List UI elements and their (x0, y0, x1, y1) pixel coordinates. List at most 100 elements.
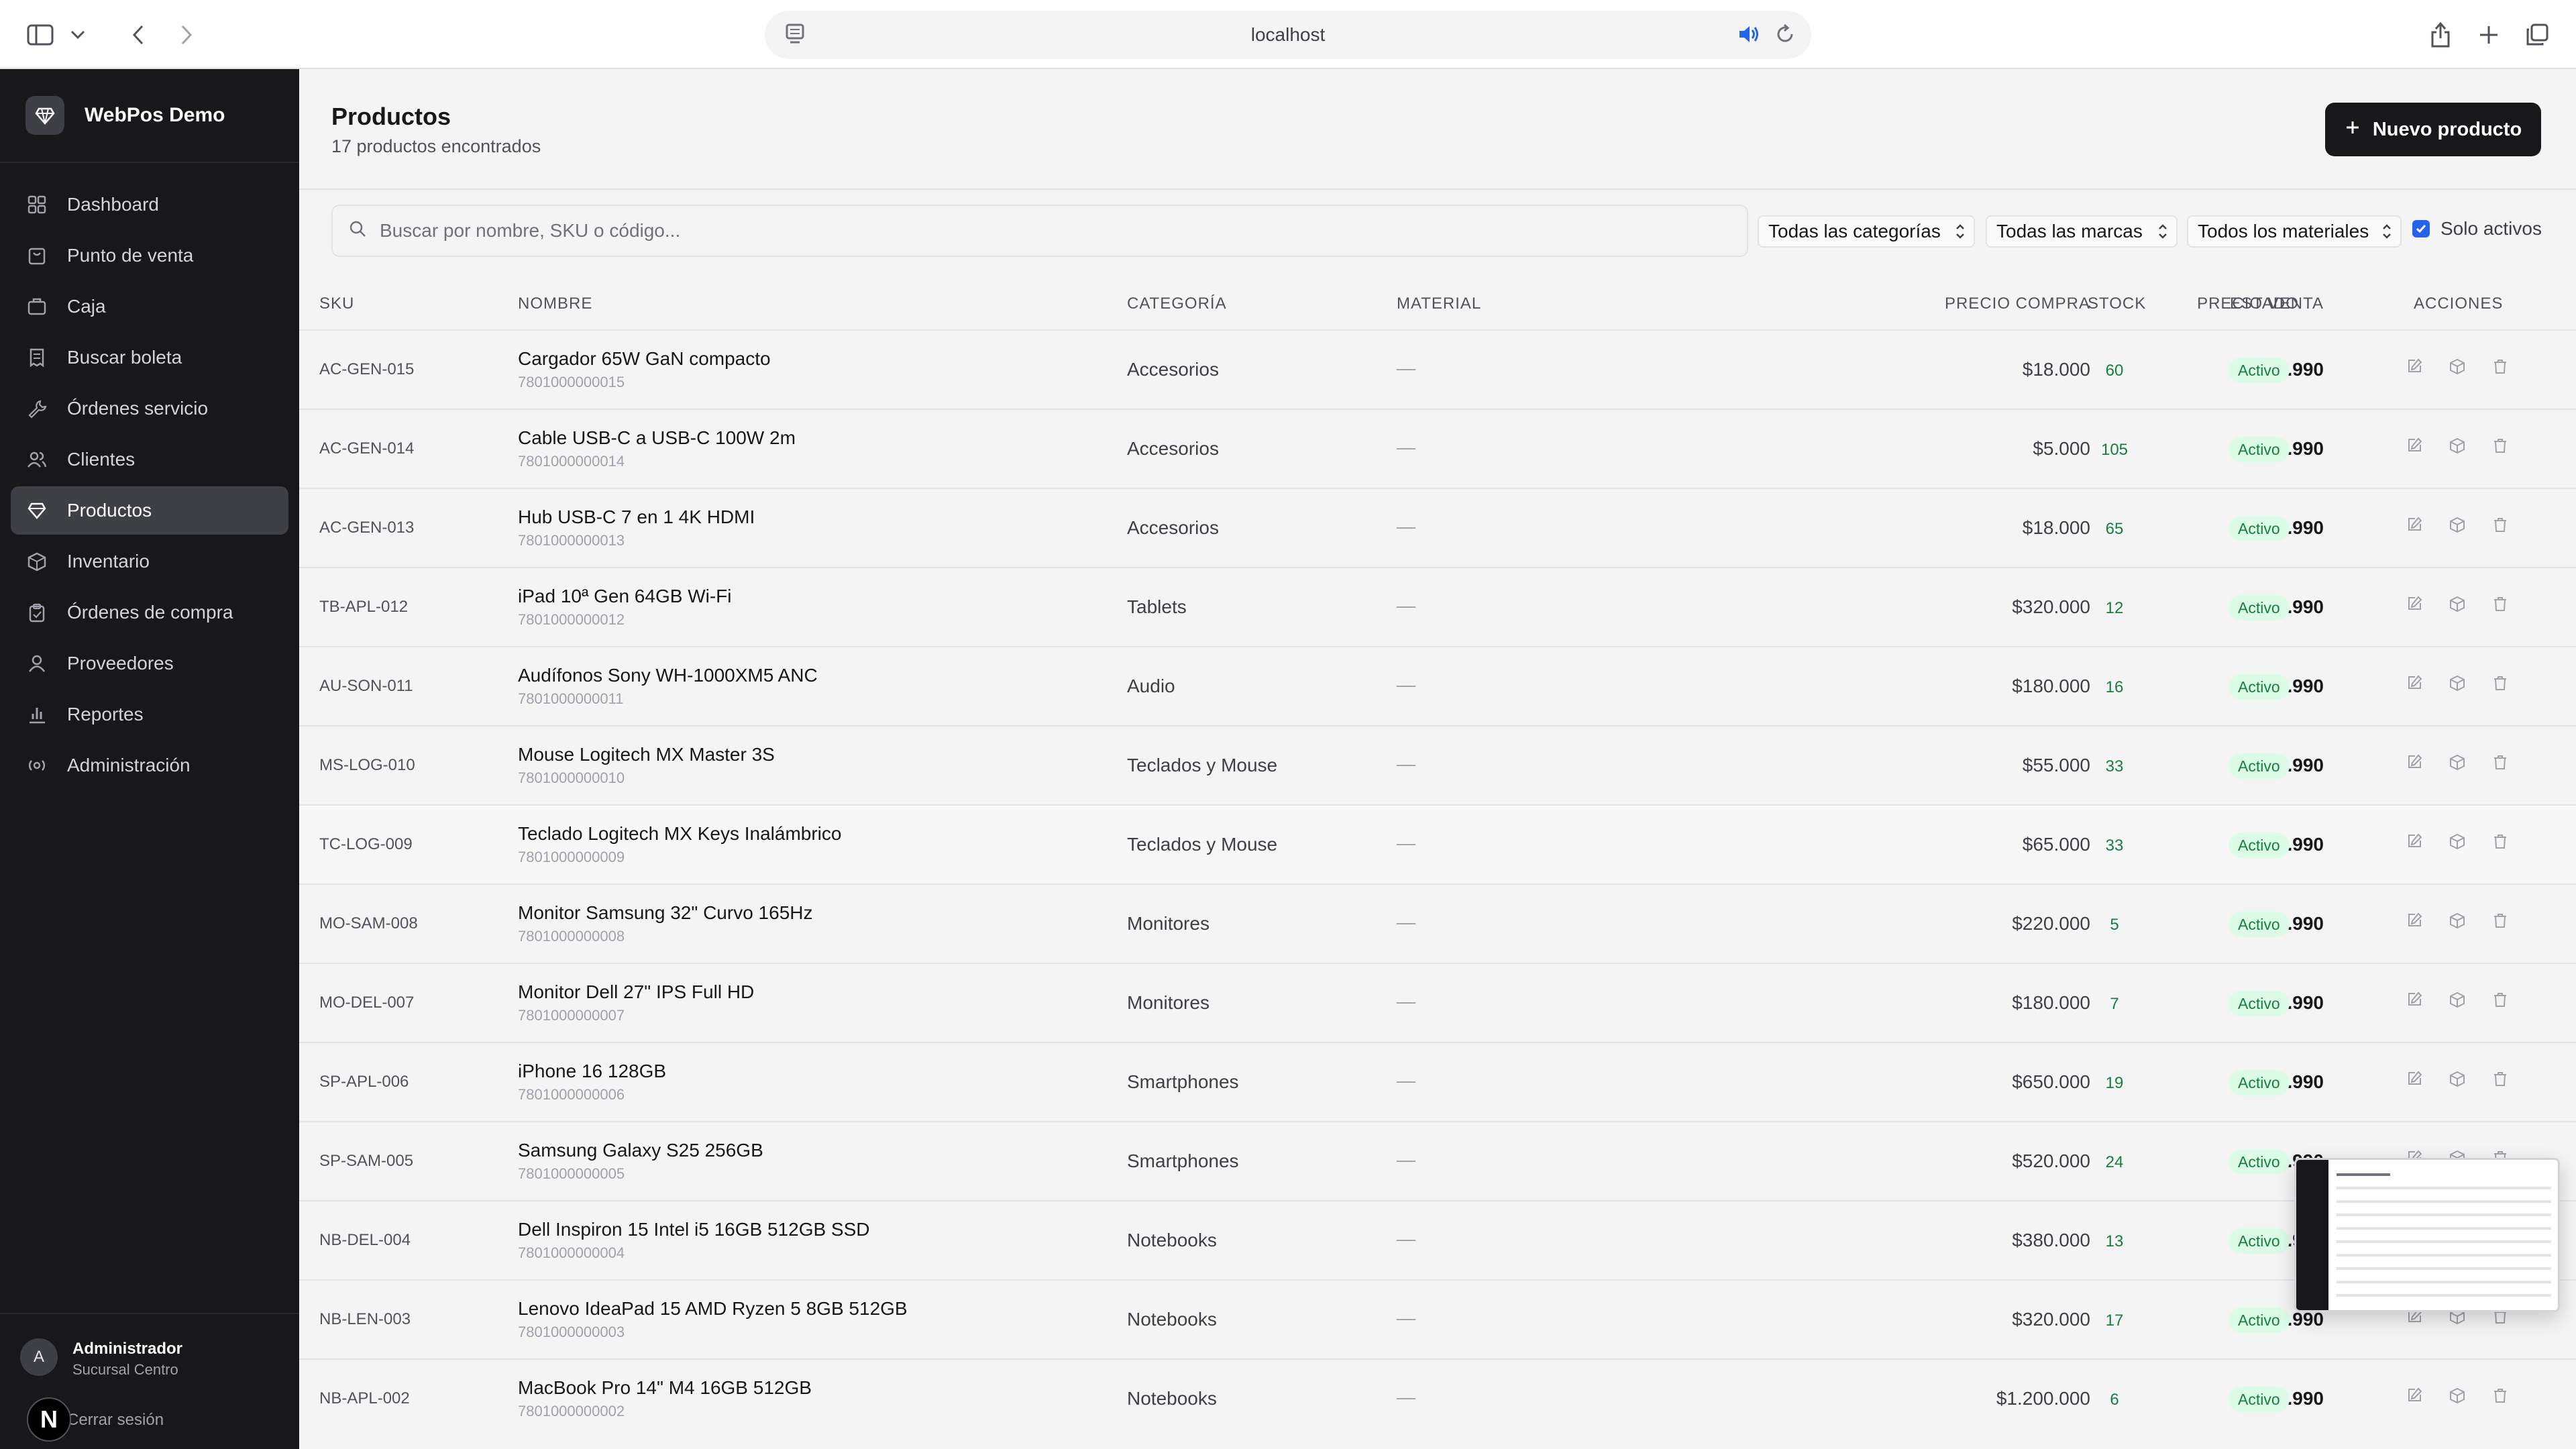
inventory-box-icon[interactable] (2447, 356, 2467, 376)
inventory-box-icon[interactable] (2447, 515, 2467, 535)
sidebar-item-caja[interactable]: Caja (11, 282, 288, 331)
logout-link[interactable]: Cerrar sesión (67, 1411, 164, 1430)
trash-icon[interactable] (2490, 752, 2510, 772)
new-product-button[interactable]: Nuevo producto (2325, 103, 2541, 156)
table-row[interactable]: AC-GEN-015 Cargador 65W GaN compacto 78010… (299, 329, 2576, 409)
inventory-box-icon[interactable] (2447, 1385, 2467, 1405)
new-tab-icon[interactable] (2474, 17, 2504, 52)
stock-cell: 7 (2110, 995, 2119, 1013)
product-barcode: 7801000000002 (518, 1403, 625, 1419)
product-name[interactable]: Audífonos Sony WH-1000XM5 ANC (518, 665, 818, 686)
table-row[interactable]: AC-GEN-014 Cable USB-C a USB-C 100W 2m 780… (299, 409, 2576, 488)
sidebar-item-reportes[interactable]: Reportes (11, 690, 288, 739)
sidebar-item-productos[interactable]: Productos (11, 486, 288, 535)
edit-icon[interactable] (2404, 831, 2424, 851)
table-row[interactable]: NB-LEN-003 Lenovo IdeaPad 15 AMD Ryzen 5 … (299, 1279, 2576, 1358)
material-select[interactable]: Todos los materiales (2187, 215, 2402, 248)
table-row[interactable]: SP-APL-006 iPhone 16 128GB 7801000000006 Sm… (299, 1042, 2576, 1121)
product-name[interactable]: Monitor Samsung 32" Curvo 165Hz (518, 902, 812, 924)
inventory-box-icon[interactable] (2447, 435, 2467, 455)
back-icon[interactable] (125, 17, 152, 52)
chevron-down-icon[interactable] (64, 17, 91, 52)
sidebar-item-clientes[interactable]: Clientes (11, 435, 288, 484)
product-name[interactable]: Monitor Dell 27" IPS Full HD (518, 981, 754, 1003)
inventory-box-icon[interactable] (2447, 989, 2467, 1010)
table-row[interactable]: SP-SAM-005 Samsung Galaxy S25 256GB 780100… (299, 1121, 2576, 1200)
table-row[interactable]: MO-SAM-008 Monitor Samsung 32" Curvo 165H… (299, 883, 2576, 963)
trash-icon[interactable] (2490, 594, 2510, 614)
edit-icon[interactable] (2404, 1385, 2424, 1405)
edit-icon[interactable] (2404, 435, 2424, 455)
product-name[interactable]: Lenovo IdeaPad 15 AMD Ryzen 5 8GB 512GB (518, 1298, 908, 1320)
edit-icon[interactable] (2404, 673, 2424, 693)
inventory-box-icon[interactable] (2447, 1069, 2467, 1089)
trash-icon[interactable] (2490, 831, 2510, 851)
trash-icon[interactable] (2490, 356, 2510, 376)
table-row[interactable]: TC-LOG-009 Teclado Logitech MX Keys Inalá… (299, 804, 2576, 883)
edit-icon[interactable] (2404, 1069, 2424, 1089)
next-dev-badge[interactable]: N (27, 1397, 71, 1442)
sidebar-toggle-icon[interactable] (23, 17, 58, 52)
avatar[interactable]: A (20, 1338, 58, 1376)
product-name[interactable]: Hub USB-C 7 en 1 4K HDMI (518, 506, 755, 528)
table-row[interactable]: AC-GEN-013 Hub USB-C 7 en 1 4K HDMI 780100… (299, 488, 2576, 567)
sidebar-item-buscar-boleta[interactable]: Buscar boleta (11, 333, 288, 382)
category-select[interactable]: Todas las categorías (1758, 215, 1975, 248)
inventory-box-icon[interactable] (2447, 594, 2467, 614)
sidebar-item-punto-de-venta[interactable]: Punto de venta (11, 231, 288, 280)
category-cell: Notebooks (1127, 1230, 1217, 1250)
inventory-box-icon[interactable] (2447, 673, 2467, 693)
brand-select[interactable]: Todas las marcas (1986, 215, 2178, 248)
trash-icon[interactable] (2490, 1385, 2510, 1405)
trash-icon[interactable] (2490, 1069, 2510, 1089)
only-active-toggle[interactable]: Solo activos (2412, 218, 2542, 239)
table-row[interactable]: NB-APL-002 MacBook Pro 14" M4 16GB 512GB 7… (299, 1358, 2576, 1438)
material-cell: — (1397, 358, 1415, 378)
product-name[interactable]: Cargador 65W GaN compacto (518, 348, 771, 370)
product-name[interactable]: iPhone 16 128GB (518, 1061, 666, 1082)
product-name[interactable]: iPad 10ª Gen 64GB Wi-Fi (518, 586, 732, 607)
sidebar-item-proveedores[interactable]: Proveedores (11, 639, 288, 688)
edit-icon[interactable] (2404, 752, 2424, 772)
product-name[interactable]: Samsung Galaxy S25 256GB (518, 1140, 763, 1161)
speaker-icon[interactable] (1737, 23, 1760, 50)
edit-icon[interactable] (2404, 515, 2424, 535)
table-row[interactable]: NB-DEL-004 Dell Inspiron 15 Intel i5 16GB… (299, 1200, 2576, 1279)
brand[interactable]: WebPos Demo (0, 69, 299, 163)
table-row[interactable]: TB-APL-012 iPad 10ª Gen 64GB Wi-Fi 7801000… (299, 567, 2576, 646)
forward-icon[interactable] (173, 17, 200, 52)
reload-icon[interactable] (1775, 23, 1795, 50)
screenshot-thumbnail[interactable] (2294, 1158, 2560, 1312)
address-bar[interactable]: localhost (765, 11, 1811, 59)
checkbox-checked-icon[interactable] (2412, 220, 2430, 237)
trash-icon[interactable] (2490, 515, 2510, 535)
edit-icon[interactable] (2404, 594, 2424, 614)
table-row[interactable]: AU-SON-011 Audífonos Sony WH-1000XM5 ANC 7… (299, 646, 2576, 725)
sidebar-item-ordenes-servicio[interactable]: Órdenes servicio (11, 384, 288, 433)
trash-icon[interactable] (2490, 673, 2510, 693)
share-icon[interactable] (2426, 17, 2455, 52)
product-name[interactable]: Cable USB-C a USB-C 100W 2m (518, 427, 796, 449)
product-name[interactable]: MacBook Pro 14" M4 16GB 512GB (518, 1377, 812, 1399)
inventory-box-icon[interactable] (2447, 831, 2467, 851)
search-input[interactable]: Buscar por nombre, SKU o código... (331, 205, 1748, 257)
edit-icon[interactable] (2404, 356, 2424, 376)
trash-icon[interactable] (2490, 435, 2510, 455)
trash-icon[interactable] (2490, 989, 2510, 1010)
inventory-box-icon[interactable] (2447, 752, 2467, 772)
inventory-box-icon[interactable] (2447, 910, 2467, 930)
trash-icon[interactable] (2490, 910, 2510, 930)
product-name[interactable]: Dell Inspiron 15 Intel i5 16GB 512GB SSD (518, 1219, 870, 1240)
product-name[interactable]: Mouse Logitech MX Master 3S (518, 744, 775, 765)
edit-icon[interactable] (2404, 910, 2424, 930)
table-row[interactable]: MS-LOG-010 Mouse Logitech MX Master 3S 780… (299, 725, 2576, 804)
tabs-overview-icon[interactable] (2522, 17, 2552, 52)
sku-cell: SP-SAM-005 (319, 1152, 414, 1170)
edit-icon[interactable] (2404, 989, 2424, 1010)
table-row[interactable]: MO-DEL-007 Monitor Dell 27" IPS Full HD 78… (299, 963, 2576, 1042)
sidebar-item-inventario[interactable]: Inventario (11, 537, 288, 586)
product-name[interactable]: Teclado Logitech MX Keys Inalámbrico (518, 823, 841, 845)
sidebar-item-administracion[interactable]: Administración (11, 741, 288, 790)
sidebar-item-dashboard[interactable]: Dashboard (11, 180, 288, 229)
sidebar-item-ordenes-de-compra[interactable]: Órdenes de compra (11, 588, 288, 637)
